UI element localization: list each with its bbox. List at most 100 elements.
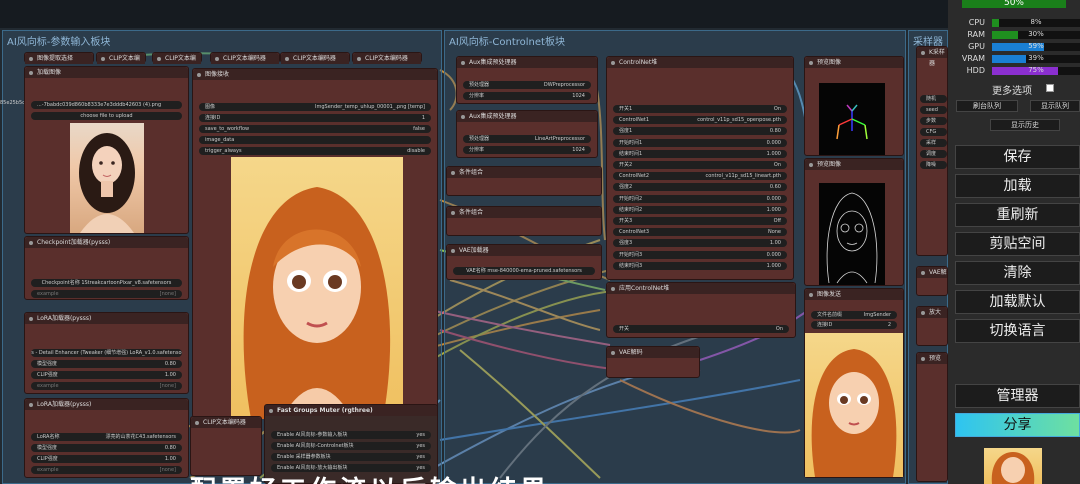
aux-preprocessor-node-2[interactable]: Aux集成预处理器 预处理器 LineArtPreprocessor 分辨率 102… [456,110,598,158]
load-default-button[interactable]: 加载默认 [955,290,1080,314]
vae-decode-node-right[interactable]: VAE解 [916,266,948,296]
switch-toggle[interactable]: 开关 On [613,325,789,333]
group-toggle[interactable]: Enable 采样器参数板块 yes [271,453,431,461]
sampler-param-row[interactable]: 步数 [920,117,947,125]
resolution-field[interactable]: 分辨率 1024 [463,92,591,100]
load-button[interactable]: 加载 [955,174,1080,198]
link-id-field[interactable]: 连接ID 2 [811,321,897,329]
controlnet-param-row[interactable]: ControlNet2 control_v11p_sd15_lineart.pth [613,172,787,181]
top-node[interactable]: CLIP文本编码器 [210,52,280,64]
example-select[interactable]: example [none] [31,466,182,474]
controlnet-param-row[interactable]: 开始时间1 0.000 [613,138,787,147]
queue-front-button[interactable]: 刷台队列 [956,100,1018,112]
controlnet-param-row[interactable]: 结束时间3 1.000 [613,261,787,270]
top-node[interactable]: CLIP文本编码器 [96,52,146,73]
trigger-always-toggle[interactable]: trigger_always disable [199,147,431,155]
lora-name-select[interactable]: LoRA名称 漂亮的山茶花C43.safetensors [31,433,182,441]
lora-loader-node-2[interactable]: LoRA加载器(pysss) LoRA名称 漂亮的山茶花C43.safetenso… [24,398,189,478]
group-toggle[interactable]: Enable AI风向标-Controlnet板块 yes [271,442,431,450]
lora-loader-node[interactable]: LoRA加载器(pysss) els - Detail Enhancer (Tw… [24,312,189,394]
conditioning-combine-node[interactable]: 条件组合 [446,166,602,196]
workflow-canvas[interactable]: AI风向标-参数输入板块 AI风向标-Controlnet板块 采样器 图像提取… [0,0,1080,484]
node-title: 图像提取选择 [25,53,93,64]
refresh-button[interactable]: 重刷新 [955,203,1080,227]
stat-hdd: HDD 75% [955,66,1080,76]
preview-node-right[interactable]: 预览 [916,352,948,482]
switch-language-button[interactable]: 切换语言 [955,319,1080,343]
preprocessor-select[interactable]: 预处理器 DWPreprocessor [463,81,591,89]
model-strength-field[interactable]: 模型强度 0.80 [31,360,182,368]
checkpoint-loader-node[interactable]: Checkpoint加载器(pysss) Checkpoint名称 1Strea… [24,236,189,300]
stat-cpu: CPU 8% [955,18,1080,28]
image-data-field[interactable]: image_data [199,136,431,144]
controlnet-param-row[interactable]: ControlNet3 None [613,228,787,237]
top-node[interactable]: CLIP文本编码器 [152,52,202,73]
node-title: CLIP文本编码器 [97,53,145,73]
link-id-field[interactable]: 连接ID 1 [199,114,431,122]
sampler-param-row[interactable]: 采样 [920,139,947,147]
controlnet-param-row[interactable]: 强度2 0.60 [613,183,787,192]
vae-name-select[interactable]: VAE名称 mse-840000-ema-pruned.safetensors [453,267,595,275]
controlnet-param-row[interactable]: ControlNet1 control_v11p_sd15_openpose.pt… [613,116,787,125]
vae-loader-node[interactable]: VAE加载器 VAE名称 mse-840000-ema-pruned.safet… [446,244,602,280]
preview-image-node-2[interactable]: 预览图像 [804,158,904,286]
more-options-checkbox[interactable] [1046,84,1054,92]
clear-button[interactable]: 清除 [955,261,1080,285]
load-image-node[interactable]: 加载图像 ...-7babdc039d860b8333e7e3dddb42603… [24,66,189,234]
controlnet-param-row[interactable]: 开关1 On [613,105,787,113]
aux-preprocessor-node[interactable]: Aux集成预处理器 预处理器 DWPreprocessor 分辨率 1024 [456,56,598,104]
stat-label: VRAM [961,54,985,63]
controlnet-param-row[interactable]: 开始时间2 0.000 [613,194,787,203]
top-node[interactable]: CLIP文本编码器 [352,52,422,64]
sampler-param-row[interactable]: 调度 [920,150,947,158]
preview-image-node[interactable]: 预览图像 [804,56,904,156]
sampler-param-row[interactable]: 降噪 [920,161,947,169]
sampler-param-row[interactable]: seed [920,106,947,114]
controlnet-param-row[interactable]: 结束时间2 1.000 [613,205,787,214]
group-toggle[interactable]: Enable AI风向标-参数输入板块 yes [271,431,431,439]
top-node[interactable]: 图像提取选择 [24,52,94,64]
share-button[interactable]: 分享 [955,413,1080,437]
view-history-button[interactable]: 显示历史 [990,119,1060,131]
clipspace-button[interactable]: 剪贴空间 [955,232,1080,256]
view-queue-button[interactable]: 显示队列 [1030,100,1080,112]
save-button[interactable]: 保存 [955,145,1080,169]
image-file-select[interactable]: ...-7babdc039d860b8333e7e3dddb42603 (4).… [31,101,182,109]
upload-button[interactable]: choose file to upload [31,112,182,120]
top-node[interactable]: CLIP文本编码器 [280,52,350,64]
sampler-param-row[interactable]: CFG [920,128,947,136]
filename-prefix-field[interactable]: 文件名前缀 ImgSender [811,311,897,319]
stat-label: CPU [968,18,985,27]
node-title: VAE解码 [607,347,699,358]
image-send-node[interactable]: 图像发送 文件名前缀 ImgSender 连接ID 2 [804,288,904,478]
vae-decode-node[interactable]: VAE解码 [606,346,700,378]
lora-name-select[interactable]: els - Detail Enhancer (Tweaker (细节增强) Lo… [31,349,182,357]
controlnet-stack-node[interactable]: ControlNet堆 开关1 On ControlNet1 control_v11p… [606,56,794,280]
image-select[interactable]: 图像 ImgSender_temp_uhlup_00001_.png [temp] [199,103,431,111]
example-select[interactable]: example [none] [31,290,182,298]
clip-text-node[interactable]: CLIP文本编码器 [190,416,262,476]
conditioning-combine-node-2[interactable]: 条件组合 [446,206,602,236]
controlnet-param-row[interactable]: 开始时间3 0.000 [613,250,787,259]
image-receive-node[interactable]: 图像接收 图像 ImgSender_temp_uhlup_00001_.png [… [192,68,438,419]
controlnet-param-row[interactable]: 开关3 Off [613,217,787,225]
clip-strength-field[interactable]: CLIP强度 1.00 [31,371,182,379]
controlnet-param-row[interactable]: 强度3 1.00 [613,239,787,248]
ksampler-node[interactable]: K采样器 随机 seed 步数 CFG 采样 调度 降噪 [916,46,948,256]
node-title: 条件组合 [447,167,601,178]
resolution-field[interactable]: 分辨率 1024 [463,146,591,154]
preprocessor-select[interactable]: 预处理器 LineArtPreprocessor [463,135,591,143]
upscale-node[interactable]: 放大 [916,306,948,346]
example-select[interactable]: example [none] [31,382,182,390]
stat-label: RAM [967,30,985,39]
controlnet-param-row[interactable]: 开关2 On [613,161,787,169]
controlnet-param-row[interactable]: 结束时间1 1.000 [613,149,787,158]
clip-strength-field[interactable]: CLIP强度 1.00 [31,455,182,463]
sampler-param-row[interactable]: 随机 [920,95,947,103]
apply-controlnet-stack-node[interactable]: 应用ControlNet堆 开关 On [606,282,796,338]
checkpoint-model-select[interactable]: Checkpoint名称 1StreakcartoonPixar_v8.safe… [31,279,182,287]
controlnet-param-row[interactable]: 强度1 0.80 [613,127,787,136]
save-to-workflow-toggle[interactable]: save_to_workflow false [199,125,431,133]
model-strength-field[interactable]: 模型强度 0.80 [31,444,182,452]
manager-button[interactable]: 管理器 [955,384,1080,408]
